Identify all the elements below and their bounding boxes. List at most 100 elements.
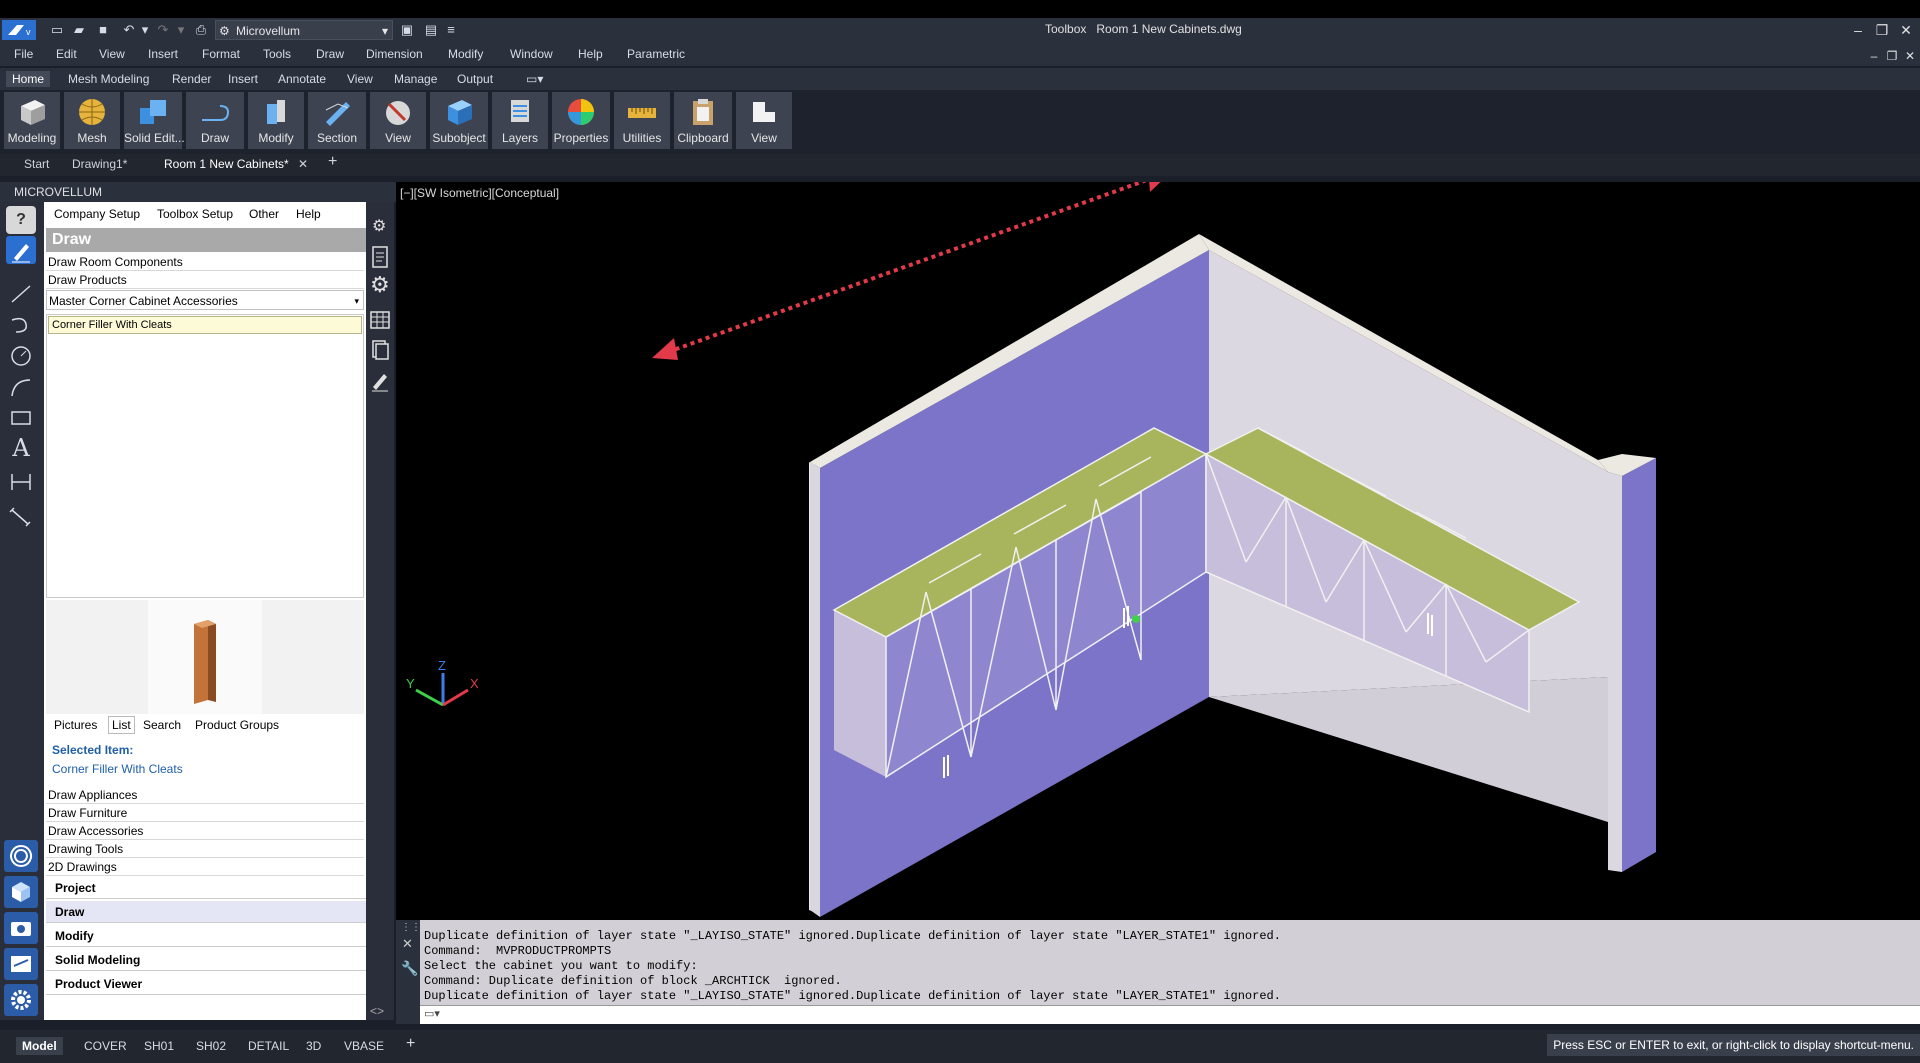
- doc-tab-room-1[interactable]: Room 1 New Cabinets*: [164, 157, 289, 171]
- customize-quick-access-icon[interactable]: ≡: [442, 20, 460, 40]
- menu-dimension[interactable]: Dimension: [366, 47, 423, 61]
- doc-tab-close-icon[interactable]: ✕: [298, 157, 308, 171]
- viewport-controls-label[interactable]: [−][SW Isometric][Conceptual]: [400, 186, 559, 200]
- layout-tab-sh02[interactable]: SH02: [190, 1037, 232, 1055]
- tab-search[interactable]: Search: [143, 718, 181, 732]
- product-list[interactable]: [46, 314, 364, 598]
- redo-dropdown-icon[interactable]: ▾: [172, 20, 190, 40]
- layout-tab-model[interactable]: Model: [16, 1037, 63, 1055]
- menu-toolbox-setup[interactable]: Toolbox Setup: [157, 207, 233, 221]
- ribbon-tab-home[interactable]: Home: [6, 71, 51, 87]
- menu-draw[interactable]: Draw: [316, 47, 344, 61]
- ribbon-tab-mesh-modeling[interactable]: Mesh Modeling: [62, 71, 155, 87]
- ribbon-view2-button[interactable]: View: [736, 92, 792, 149]
- menu-file[interactable]: File: [14, 47, 33, 61]
- line-icon[interactable]: [6, 280, 36, 308]
- drawing-viewport[interactable]: Z Y X: [396, 168, 1920, 920]
- doc-restore-icon[interactable]: ❐: [1882, 46, 1902, 66]
- settings-gear-icon[interactable]: [4, 984, 38, 1016]
- ribbon-subobject-button[interactable]: Subobject: [430, 92, 488, 149]
- menu-view[interactable]: View: [99, 47, 125, 61]
- ribbon-options-icon[interactable]: ▭▾: [520, 71, 549, 87]
- doc-minimize-icon[interactable]: –: [1864, 46, 1884, 66]
- menu-modify[interactable]: Modify: [448, 47, 483, 61]
- ribbon-properties-button[interactable]: Properties: [552, 92, 610, 149]
- print-icon[interactable]: ⎙: [192, 20, 210, 40]
- menu-window[interactable]: Window: [510, 47, 553, 61]
- command-prompt-icon[interactable]: ▭▾: [424, 1007, 440, 1020]
- ribbon-modify-button[interactable]: Modify: [248, 92, 304, 149]
- undo-dropdown-icon[interactable]: ▾: [136, 20, 154, 40]
- ribbon-tab-manage[interactable]: Manage: [388, 71, 443, 87]
- ribbon-utilities-button[interactable]: Utilities: [614, 92, 670, 149]
- menu-help-palette[interactable]: Help: [296, 207, 321, 221]
- doc-close-icon[interactable]: ✕: [1900, 46, 1920, 66]
- accordion-modify[interactable]: Modify: [46, 925, 366, 947]
- row-draw-accessories[interactable]: Draw Accessories: [46, 823, 364, 840]
- close-command-icon[interactable]: ✕: [402, 936, 413, 952]
- ribbon-view-button[interactable]: View: [370, 92, 426, 149]
- row-draw-room-components[interactable]: Draw Room Components: [46, 254, 364, 271]
- menu-insert[interactable]: Insert: [148, 47, 178, 61]
- help-icon[interactable]: ?: [6, 206, 36, 234]
- wrench-icon[interactable]: 🔧: [401, 960, 418, 977]
- ribbon-solid-edit-button[interactable]: Solid Edit...: [124, 92, 185, 149]
- menu-other[interactable]: Other: [249, 207, 279, 221]
- polyline-tool-icon[interactable]: [6, 310, 36, 338]
- aligned-dimension-icon[interactable]: [6, 500, 36, 528]
- save-as-icon[interactable]: ▣: [398, 20, 416, 40]
- grip-handle-icon[interactable]: ⋮⋮: [401, 922, 421, 933]
- layout-tab-detail[interactable]: DETAIL: [242, 1037, 295, 1055]
- accordion-project[interactable]: Project: [46, 877, 366, 899]
- menu-tools[interactable]: Tools: [263, 47, 291, 61]
- row-2d-drawings[interactable]: 2D Drawings: [46, 859, 364, 876]
- menu-parametric[interactable]: Parametric: [627, 47, 685, 61]
- add-layout-plus-icon[interactable]: +: [400, 1033, 421, 1055]
- minimize-icon[interactable]: –: [1848, 20, 1868, 40]
- copy-document-icon[interactable]: [371, 340, 389, 360]
- menu-format[interactable]: Format: [202, 47, 240, 61]
- doc-tab-start[interactable]: Start: [24, 157, 49, 171]
- ribbon-clipboard-button[interactable]: Clipboard: [674, 92, 732, 149]
- doc-tab-drawing1[interactable]: Drawing1*: [72, 157, 127, 171]
- project-icon[interactable]: [4, 840, 38, 872]
- menu-edit[interactable]: Edit: [56, 47, 77, 61]
- solid-modeling-icon[interactable]: [4, 948, 38, 980]
- scroll-arrows-icon[interactable]: <>: [370, 1004, 384, 1018]
- new-tab-plus-icon[interactable]: +: [328, 153, 337, 171]
- accordion-product-viewer[interactable]: Product Viewer: [46, 973, 366, 995]
- layout-tab-3d[interactable]: 3D: [300, 1037, 327, 1055]
- plot-icon[interactable]: ▤: [422, 20, 440, 40]
- row-draw-products[interactable]: Draw Products: [46, 272, 364, 289]
- tab-product-groups[interactable]: Product Groups: [195, 718, 279, 732]
- table-icon[interactable]: [370, 310, 390, 330]
- save-icon[interactable]: ■: [94, 20, 112, 40]
- close-icon[interactable]: ✕: [1896, 20, 1916, 40]
- row-draw-furniture[interactable]: Draw Furniture: [46, 805, 364, 822]
- ribbon-tab-annotate[interactable]: Annotate: [272, 71, 332, 87]
- ribbon-modeling-button[interactable]: Modeling: [4, 92, 60, 149]
- ribbon-tab-insert[interactable]: Insert: [222, 71, 264, 87]
- rectangle-icon[interactable]: [6, 404, 36, 432]
- circle-icon[interactable]: [6, 342, 36, 370]
- menu-help[interactable]: Help: [578, 47, 603, 61]
- draw-pen-icon[interactable]: [6, 236, 36, 264]
- accordion-solid-modeling[interactable]: Solid Modeling: [46, 949, 366, 971]
- arc-icon[interactable]: [6, 374, 36, 402]
- open-icon[interactable]: ▰: [70, 20, 88, 40]
- text-icon[interactable]: A: [6, 434, 36, 462]
- ribbon-tab-render[interactable]: Render: [166, 71, 217, 87]
- layout-tab-vbase[interactable]: VBASE: [338, 1037, 390, 1055]
- command-input[interactable]: ▭▾: [420, 1005, 1920, 1024]
- app-menu-button[interactable]: v: [2, 20, 36, 40]
- workspace-select[interactable]: ⚙ Microvellum ▾: [215, 20, 393, 40]
- palette-settings-gear-icon[interactable]: ⚙: [372, 216, 386, 236]
- ribbon-layers-button[interactable]: Layers: [492, 92, 548, 149]
- accordion-draw[interactable]: Draw: [46, 901, 366, 923]
- ribbon-draw-button[interactable]: Draw: [186, 92, 244, 149]
- ribbon-mesh-button[interactable]: Mesh: [64, 92, 120, 149]
- new-icon[interactable]: ▭: [48, 20, 66, 40]
- document-icon[interactable]: [371, 246, 389, 268]
- layout-tab-cover[interactable]: COVER: [78, 1037, 133, 1055]
- row-drawing-tools[interactable]: Drawing Tools: [46, 841, 364, 858]
